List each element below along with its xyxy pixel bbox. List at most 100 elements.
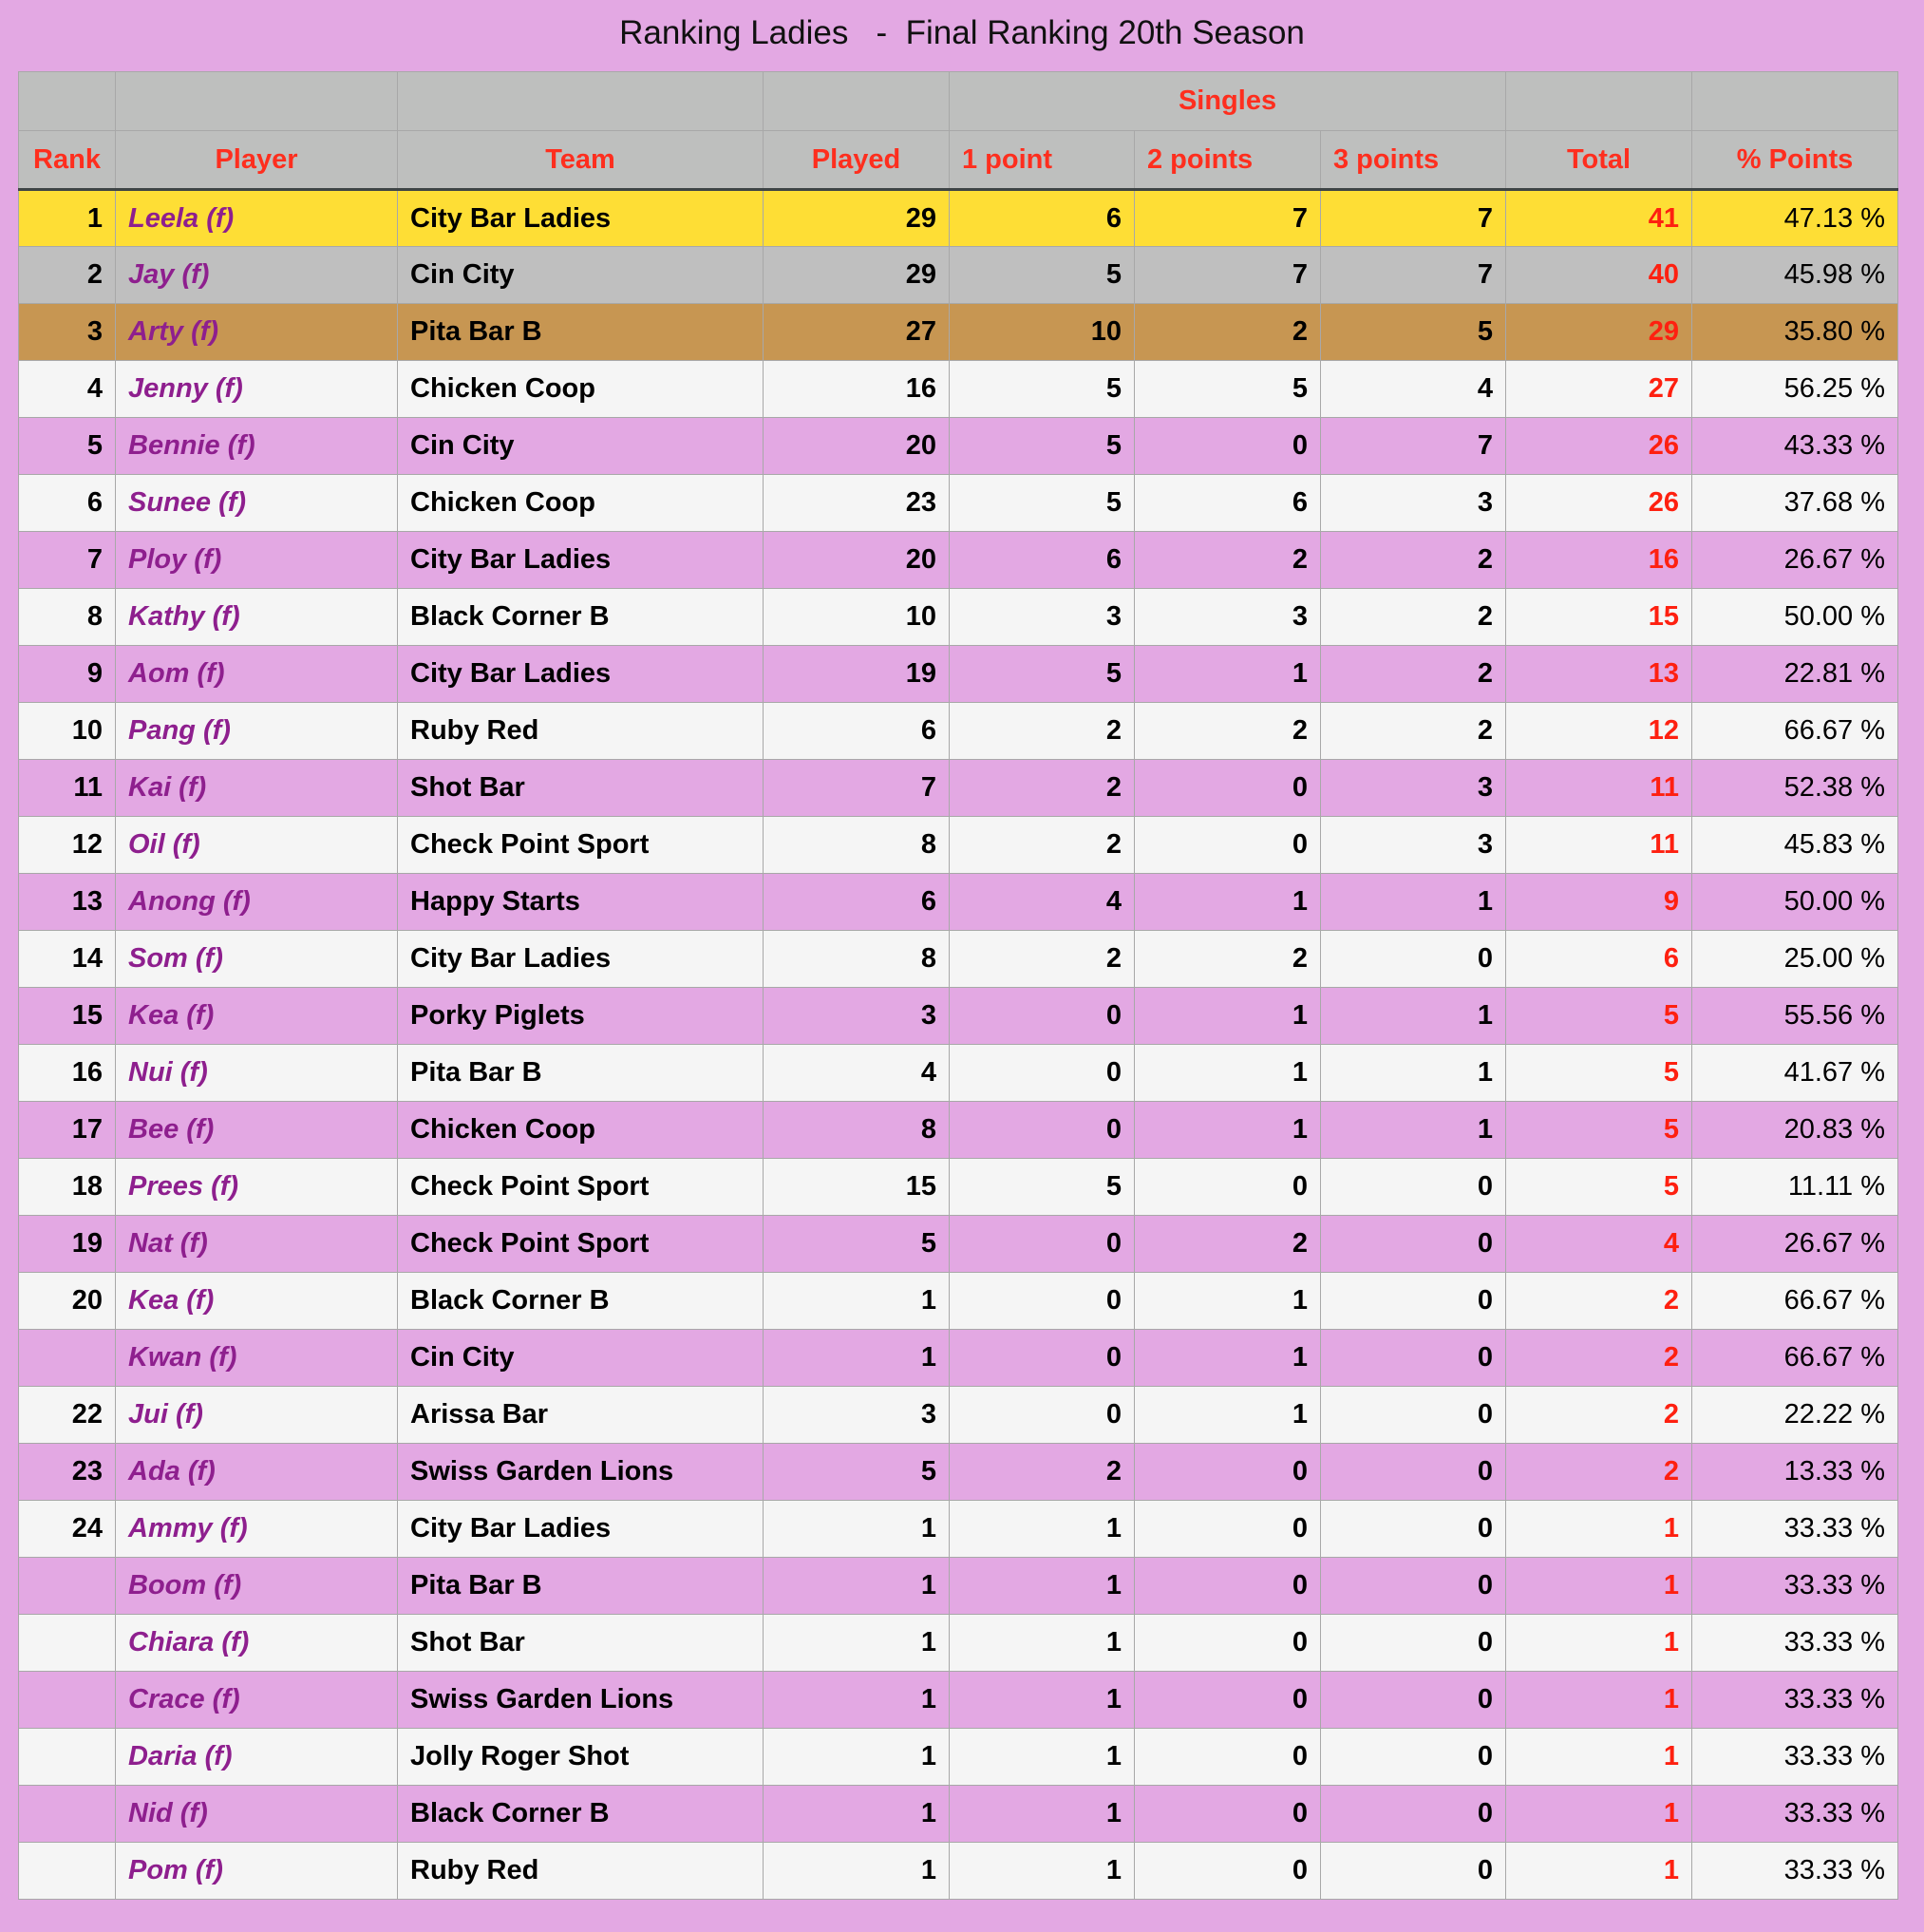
player-name[interactable]: Sunee (f) (115, 474, 398, 532)
team-name[interactable]: Happy Starts (397, 873, 764, 931)
player-name[interactable]: Jui (f) (115, 1386, 398, 1444)
team-name[interactable]: Ruby Red (397, 1842, 764, 1900)
three-points-count: 0 (1319, 1386, 1507, 1444)
player-name[interactable]: Kea (f) (115, 987, 398, 1045)
column-header-rank[interactable]: Rank (18, 130, 116, 191)
team-name[interactable]: Pita Bar B (397, 303, 764, 361)
played-count: 1 (763, 1329, 950, 1387)
played-count: 29 (763, 189, 950, 247)
player-name[interactable]: Bennie (f) (115, 417, 398, 475)
team-name[interactable]: City Bar Ladies (397, 189, 764, 247)
player-name[interactable]: Ammy (f) (115, 1500, 398, 1558)
player-name[interactable]: Arty (f) (115, 303, 398, 361)
column-header-1-point[interactable]: 1 point (949, 130, 1135, 191)
played-count: 3 (763, 987, 950, 1045)
player-name[interactable]: Boom (f) (115, 1557, 398, 1615)
team-name[interactable]: Ruby Red (397, 702, 764, 760)
table-row: 18 Prees (f) Check Point Sport 15 5 0 0 5 11.11 … (18, 1158, 1899, 1216)
player-name[interactable]: Kea (f) (115, 1272, 398, 1330)
total-points: 4 (1505, 1215, 1693, 1273)
column-header-team[interactable]: Team (397, 130, 764, 191)
player-name[interactable]: Som (f) (115, 930, 398, 988)
player-name[interactable]: Bee (f) (115, 1101, 398, 1159)
player-name[interactable]: Aom (f) (115, 645, 398, 703)
player-name[interactable]: Crace (f) (115, 1671, 398, 1729)
player-name[interactable]: Jay (f) (115, 246, 398, 304)
percent-points: 22.81 % (1691, 645, 1899, 703)
three-points-count: 1 (1319, 873, 1507, 931)
player-name[interactable]: Pang (f) (115, 702, 398, 760)
team-name[interactable]: Swiss Garden Lions (397, 1443, 764, 1501)
one-point-count: 1 (949, 1842, 1135, 1900)
team-name[interactable]: Pita Bar B (397, 1044, 764, 1102)
team-name[interactable]: Shot Bar (397, 1614, 764, 1672)
player-name[interactable]: Nid (f) (115, 1785, 398, 1843)
percent-points: 25.00 % (1691, 930, 1899, 988)
two-points-count: 0 (1134, 1158, 1321, 1216)
player-name[interactable]: Daria (f) (115, 1728, 398, 1786)
player-name[interactable]: Prees (f) (115, 1158, 398, 1216)
played-count: 29 (763, 246, 950, 304)
column-header-played[interactable]: Played (763, 130, 950, 191)
rank-cell: 4 (18, 360, 116, 418)
team-name[interactable]: Pita Bar B (397, 1557, 764, 1615)
player-name[interactable]: Jenny (f) (115, 360, 398, 418)
player-name[interactable]: Kwan (f) (115, 1329, 398, 1387)
one-point-count: 5 (949, 474, 1135, 532)
team-name[interactable]: Black Corner B (397, 1785, 764, 1843)
header-blank (1505, 71, 1693, 131)
table-row: Nid (f) Black Corner B 1 1 0 0 1 33.33 % (18, 1785, 1899, 1843)
team-name[interactable]: Swiss Garden Lions (397, 1671, 764, 1729)
team-name[interactable]: Cin City (397, 417, 764, 475)
one-point-count: 10 (949, 303, 1135, 361)
player-name[interactable]: Oil (f) (115, 816, 398, 874)
percent-points: 41.67 % (1691, 1044, 1899, 1102)
played-count: 15 (763, 1158, 950, 1216)
column-header-2-points[interactable]: 2 points (1134, 130, 1321, 191)
rank-cell: 10 (18, 702, 116, 760)
player-name[interactable]: Nat (f) (115, 1215, 398, 1273)
team-name[interactable]: Arissa Bar (397, 1386, 764, 1444)
team-name[interactable]: Black Corner B (397, 1272, 764, 1330)
column-header-3-points[interactable]: 3 points (1319, 130, 1507, 191)
team-name[interactable]: Check Point Sport (397, 1158, 764, 1216)
three-points-count: 0 (1319, 1614, 1507, 1672)
team-name[interactable]: Check Point Sport (397, 816, 764, 874)
team-name[interactable]: Check Point Sport (397, 1215, 764, 1273)
player-name[interactable]: Ploy (f) (115, 531, 398, 589)
team-name[interactable]: Porky Piglets (397, 987, 764, 1045)
column-header-total[interactable]: Total (1505, 130, 1693, 191)
player-name[interactable]: Kai (f) (115, 759, 398, 817)
team-name[interactable]: City Bar Ladies (397, 645, 764, 703)
team-name[interactable]: Cin City (397, 246, 764, 304)
player-name[interactable]: Nui (f) (115, 1044, 398, 1102)
team-name[interactable]: City Bar Ladies (397, 930, 764, 988)
two-points-count: 1 (1134, 987, 1321, 1045)
player-name[interactable]: Leela (f) (115, 189, 398, 247)
three-points-count: 0 (1319, 1728, 1507, 1786)
team-name[interactable]: Jolly Roger Shot (397, 1728, 764, 1786)
team-name[interactable]: Shot Bar (397, 759, 764, 817)
player-name[interactable]: Kathy (f) (115, 588, 398, 646)
header-blank (763, 71, 950, 131)
player-name[interactable]: Chiara (f) (115, 1614, 398, 1672)
rank-cell: 24 (18, 1500, 116, 1558)
percent-points: 20.83 % (1691, 1101, 1899, 1159)
player-name[interactable]: Ada (f) (115, 1443, 398, 1501)
rank-cell: 6 (18, 474, 116, 532)
three-points-count: 7 (1319, 246, 1507, 304)
team-name[interactable]: Chicken Coop (397, 474, 764, 532)
team-name[interactable]: City Bar Ladies (397, 1500, 764, 1558)
player-name[interactable]: Pom (f) (115, 1842, 398, 1900)
team-name[interactable]: Cin City (397, 1329, 764, 1387)
team-name[interactable]: City Bar Ladies (397, 531, 764, 589)
three-points-count: 0 (1319, 1158, 1507, 1216)
table-row: 13 Anong (f) Happy Starts 6 4 1 1 9 50.00 % (18, 873, 1899, 931)
player-name[interactable]: Anong (f) (115, 873, 398, 931)
team-name[interactable]: Chicken Coop (397, 360, 764, 418)
column-header-percent-points[interactable]: % Points (1691, 130, 1899, 191)
team-name[interactable]: Black Corner B (397, 588, 764, 646)
column-header-player[interactable]: Player (115, 130, 398, 191)
table-row: 20 Kea (f) Black Corner B 1 0 1 0 2 66.67 % (18, 1272, 1899, 1330)
team-name[interactable]: Chicken Coop (397, 1101, 764, 1159)
